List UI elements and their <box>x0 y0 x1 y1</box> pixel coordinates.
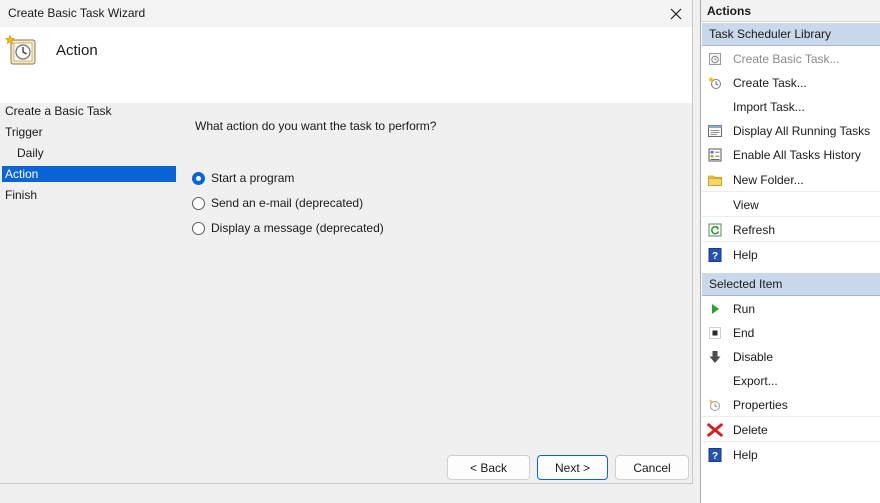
action-import-task[interactable]: Import Task... <box>702 95 880 119</box>
action-end[interactable]: End <box>702 321 880 345</box>
display-message-label: Display a message (deprecated) <box>211 221 384 235</box>
create-task-label: Create Task... <box>733 76 807 90</box>
cancel-button[interactable]: Cancel <box>615 455 689 480</box>
refresh-label: Refresh <box>733 223 776 237</box>
wizard-header: Action <box>0 27 692 103</box>
end-label: End <box>733 326 755 340</box>
action-properties[interactable]: Properties <box>702 393 880 417</box>
svg-text:?: ? <box>712 251 718 262</box>
start-program-radio[interactable] <box>192 171 205 185</box>
disable-label: Disable <box>733 350 774 364</box>
start-program-label: Start a program <box>211 171 295 185</box>
create-basic-task-label: Create Basic Task... <box>733 52 840 66</box>
create-basic-task-icon <box>709 53 721 65</box>
step-create-basic-task[interactable]: Create a Basic Task <box>2 103 176 119</box>
action-run[interactable]: Run <box>702 297 880 321</box>
create-basic-task-wizard: Create Basic Task Wizard Action Create a… <box>0 0 693 484</box>
action-help-selected[interactable]: ? Help <box>702 443 880 467</box>
disable-icon <box>709 351 721 363</box>
title-bar: Create Basic Task Wizard <box>0 0 692 27</box>
export-label: Export... <box>733 374 778 388</box>
actions-pane-title: Actions <box>701 0 880 22</box>
create-task-icon <box>708 76 721 89</box>
option-display-message[interactable]: Display a message (deprecated) <box>192 220 384 236</box>
svg-text:?: ? <box>712 451 718 462</box>
section-task-scheduler-library[interactable]: Task Scheduler Library <box>702 23 880 46</box>
help-icon: ? <box>708 448 722 462</box>
tasks-history-icon <box>708 148 722 162</box>
action-delete[interactable]: Delete <box>702 418 880 442</box>
running-tasks-icon <box>708 125 722 137</box>
new-folder-label: New Folder... <box>733 173 804 187</box>
action-new-folder[interactable]: New Folder... <box>702 168 880 192</box>
display-message-radio[interactable] <box>192 221 205 235</box>
end-icon <box>709 327 721 339</box>
action-create-basic-task[interactable]: Create Basic Task... <box>702 47 880 71</box>
page-title: Action <box>56 42 98 59</box>
window-title: Create Basic Task Wizard <box>8 6 146 20</box>
action-enable-tasks-history[interactable]: Enable All Tasks History <box>702 143 880 167</box>
next-button[interactable]: Next > <box>537 455 608 480</box>
help-label: Help <box>733 448 758 462</box>
run-label: Run <box>733 302 756 316</box>
task-scheduler-icon <box>5 34 36 65</box>
back-button[interactable]: < Back <box>447 455 530 480</box>
close-button[interactable] <box>660 0 692 27</box>
close-icon <box>670 8 682 19</box>
display-running-tasks-label: Display All Running Tasks <box>733 124 871 138</box>
action-display-running-tasks[interactable]: Display All Running Tasks <box>702 119 880 143</box>
send-email-radio[interactable] <box>192 196 205 210</box>
action-question: What action do you want the task to perf… <box>195 119 437 133</box>
enable-tasks-history-label: Enable All Tasks History <box>733 148 861 162</box>
section-selected-item[interactable]: Selected Item <box>702 273 880 296</box>
refresh-icon <box>708 223 722 237</box>
help-icon: ? <box>708 248 722 262</box>
view-label: View <box>733 198 759 212</box>
action-refresh[interactable]: Refresh <box>702 218 880 242</box>
action-disable[interactable]: Disable <box>702 345 880 369</box>
folder-icon <box>708 175 722 186</box>
import-task-label: Import Task... <box>733 100 805 114</box>
send-email-label: Send an e-mail (deprecated) <box>211 196 364 210</box>
step-finish[interactable]: Finish <box>2 187 176 203</box>
properties-label: Properties <box>733 398 788 412</box>
action-view[interactable]: View <box>702 193 880 217</box>
step-action[interactable]: Action <box>2 166 176 182</box>
properties-icon <box>708 399 720 411</box>
delete-icon <box>707 423 723 437</box>
step-trigger[interactable]: Trigger <box>2 124 176 140</box>
action-export[interactable]: Export... <box>702 369 880 393</box>
action-help-library[interactable]: ? Help <box>702 243 880 267</box>
delete-label: Delete <box>733 423 768 437</box>
action-create-task[interactable]: Create Task... <box>702 71 880 95</box>
help-label: Help <box>733 248 758 262</box>
option-send-email[interactable]: Send an e-mail (deprecated) <box>192 195 363 211</box>
option-start-program[interactable]: Start a program <box>192 170 294 186</box>
run-icon <box>712 304 719 314</box>
actions-pane: Actions Task Scheduler Library Create Ba… <box>700 0 880 503</box>
step-daily[interactable]: Daily <box>2 145 176 161</box>
